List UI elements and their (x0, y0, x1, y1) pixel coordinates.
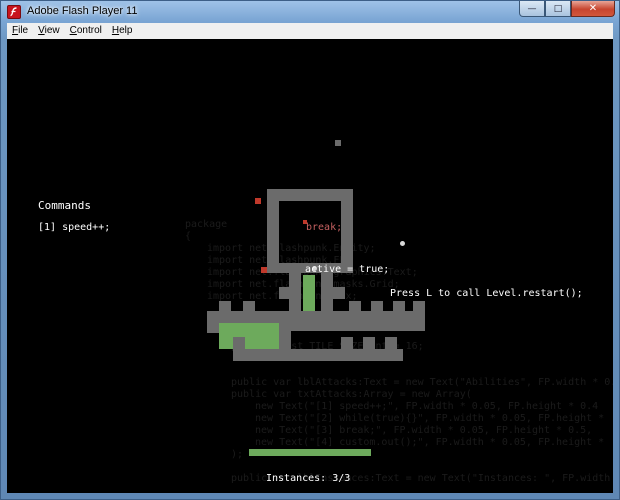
game-stage[interactable]: package { import net.flashpunk.Entity; i… (7, 39, 613, 493)
level-tile (321, 273, 333, 313)
code-line: ); (231, 449, 244, 460)
commands-title: Commands (38, 199, 91, 212)
level-tile (279, 331, 291, 349)
code-line: public var txtAttacks:Array = new Array( (231, 389, 472, 400)
window-controls: — □ ✕ (519, 1, 615, 19)
level-tile (233, 337, 245, 349)
level-tile (267, 189, 279, 273)
green-platform (219, 321, 279, 349)
level-tile (279, 323, 425, 331)
code-line: package (185, 219, 228, 230)
flash-player-icon (7, 5, 21, 19)
code-line: new Text("[1] speed++;", FP.width * 0.05… (255, 401, 599, 412)
white-orb (400, 241, 405, 246)
level-tile (207, 311, 425, 323)
level-tile (413, 301, 425, 311)
level-tile (207, 323, 219, 333)
menu-view[interactable]: View (33, 23, 65, 39)
active-label: active = true; (305, 264, 390, 275)
code-line: public var lblAttacks:Text = new Text("A… (231, 377, 613, 388)
menu-bar: File View Control Help (7, 23, 613, 40)
menu-file[interactable]: File (7, 23, 33, 39)
level-tile (233, 349, 403, 361)
instances-counter: Instances: 3/3 (266, 473, 351, 484)
command-speed: [1] speed++; (38, 222, 111, 233)
maximize-button[interactable]: □ (545, 1, 571, 17)
title-bar[interactable]: Adobe Flash Player 11 — □ ✕ (1, 1, 619, 23)
code-line: new Text("[2] while(true){}", FP.width *… (255, 413, 605, 424)
level-tile (385, 337, 397, 349)
green-progress-strip (249, 449, 371, 456)
code-line: { (185, 231, 192, 242)
break-label: break; (306, 222, 343, 233)
close-button[interactable]: ✕ (571, 1, 615, 17)
flash-player-window: Adobe Flash Player 11 — □ ✕ File View Co… (0, 0, 620, 500)
window-title: Adobe Flash Player 11 (27, 5, 138, 17)
level-tile (341, 189, 353, 273)
code-line: new Text("[4] custom.out();", FP.width *… (255, 437, 605, 448)
level-tile (341, 337, 353, 349)
red-enemy-marker (255, 198, 261, 204)
minimize-button[interactable]: — (519, 1, 545, 17)
red-enemy-marker (261, 267, 267, 273)
level-tile (279, 287, 291, 299)
level-tile (349, 301, 361, 311)
level-tile (219, 301, 231, 311)
level-tile (333, 287, 345, 299)
level-tile (243, 301, 255, 311)
level-tile (363, 337, 375, 349)
menu-control[interactable]: Control (65, 23, 107, 39)
floating-tile (335, 140, 341, 146)
level-tile (371, 301, 383, 311)
menu-help[interactable]: Help (107, 23, 138, 39)
level-tile (393, 301, 405, 311)
code-line: new Text("[3] break;", FP.width * 0.05, … (255, 425, 593, 436)
restart-hint: Press L to call Level.restart(); (390, 288, 583, 299)
